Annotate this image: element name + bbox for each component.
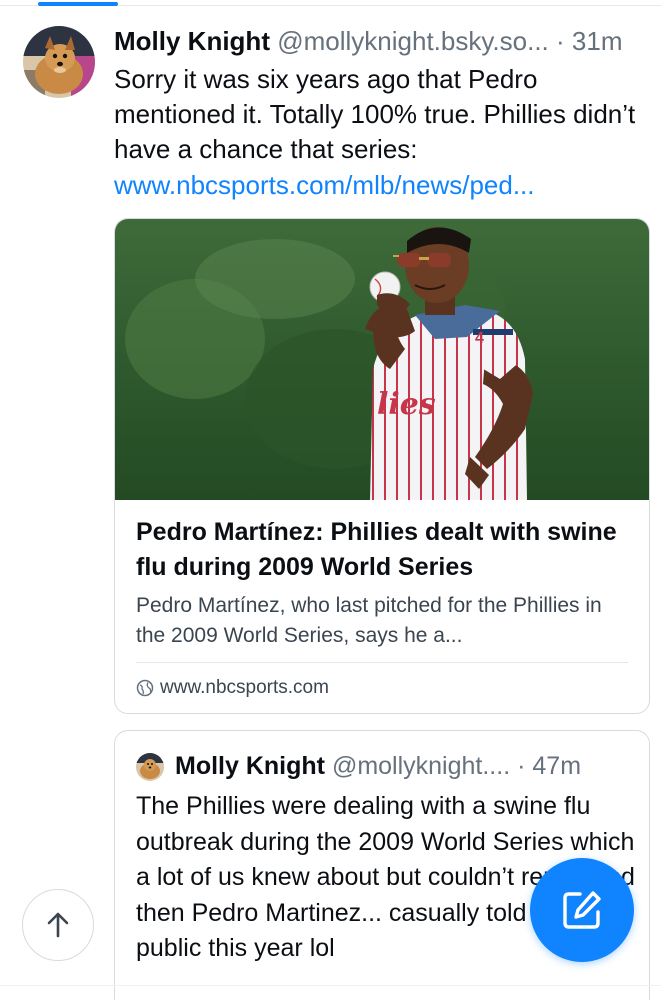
header-separator: · <box>556 26 565 56</box>
post-header: Molly Knight @mollyknight.bsky.so... · 3… <box>114 22 654 60</box>
dog-avatar-image <box>23 26 95 98</box>
scroll-to-top-button[interactable] <box>22 889 94 961</box>
author-name[interactable]: Molly Knight <box>114 26 270 56</box>
quote-author-name[interactable]: Molly Knight <box>175 752 325 780</box>
feed-page: Molly Knight @mollyknight.bsky.so... · 3… <box>0 0 661 1000</box>
jersey-lettering: lies <box>377 387 436 422</box>
quote-header-separator: · <box>517 752 526 780</box>
compose-post-button[interactable] <box>530 858 634 962</box>
post-time[interactable]: 31m <box>572 26 623 56</box>
active-tab-indicator <box>38 2 118 6</box>
author-avatar[interactable] <box>23 26 95 98</box>
jersey-number: 4 <box>475 330 484 347</box>
post-text: Sorry it was six years ago that Pedro me… <box>114 64 636 164</box>
compose-icon <box>563 891 601 929</box>
bottom-divider <box>0 985 661 986</box>
link-card-domain-row: www.nbcsports.com <box>136 674 329 706</box>
link-card-divider <box>136 662 628 663</box>
author-handle[interactable]: @mollyknight.bsky.so... <box>277 26 549 56</box>
post-link[interactable]: www.nbcsports.com/mlb/news/ped... <box>114 168 535 203</box>
link-preview-card[interactable]: lies 4 Pedro Martínez: Phillies dealt wi… <box>114 218 650 714</box>
link-card-title: Pedro Martínez: Phillies dealt with swin… <box>136 518 617 581</box>
dog-avatar-image <box>136 753 164 781</box>
quote-time[interactable]: 47m <box>532 752 581 780</box>
quote-author-handle[interactable]: @mollyknight.... <box>332 752 510 780</box>
quote-header: Molly Knight @mollyknight.... · 47m <box>175 748 645 784</box>
arrow-up-icon <box>47 912 69 938</box>
link-card-domain: www.nbcsports.com <box>160 677 329 698</box>
globe-icon <box>136 678 154 706</box>
link-card-thumbnail: lies 4 <box>115 219 649 500</box>
link-card-description: Pedro Martínez, who last pitched for the… <box>136 594 602 647</box>
pitcher-photo: lies 4 <box>115 219 649 500</box>
quote-author-avatar[interactable] <box>136 753 164 781</box>
